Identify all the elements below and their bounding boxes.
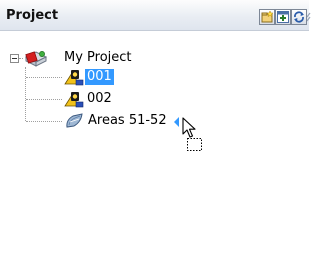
new-item-button[interactable] (259, 9, 275, 25)
drag-copy-cursor-icon (182, 117, 202, 151)
tree-node-002-label[interactable]: 002 (87, 91, 112, 107)
area-icon (66, 113, 83, 128)
scan-station-icon (64, 92, 84, 108)
new-item-icon (261, 10, 274, 23)
drop-arrow-icon (174, 117, 179, 127)
add-item-button[interactable] (275, 9, 291, 25)
add-item-icon (277, 11, 289, 23)
tree-connector-002 (26, 99, 62, 101)
refresh-button[interactable] (291, 9, 307, 25)
tree-connector-areas (26, 121, 62, 123)
refresh-icon (294, 11, 304, 23)
tree-connector-vertical (25, 67, 27, 121)
tree-connector-001 (26, 77, 62, 79)
project-icon (24, 51, 48, 67)
panel-title: Project (6, 8, 59, 23)
tree-connector-root (19, 58, 23, 60)
tree-node-root-label[interactable]: My Project (64, 50, 132, 66)
scan-station-icon (64, 70, 84, 86)
panel-titlebar: Project (0, 0, 311, 31)
tree-node-001-label[interactable]: 001 (85, 69, 114, 85)
project-panel: Project My Project 001 002 Areas 51-52 (0, 0, 311, 268)
chevron-overflow-icon[interactable] (307, 10, 311, 24)
collapse-toggle[interactable] (10, 54, 19, 63)
tree-node-areas-label[interactable]: Areas 51-52 (88, 113, 167, 129)
